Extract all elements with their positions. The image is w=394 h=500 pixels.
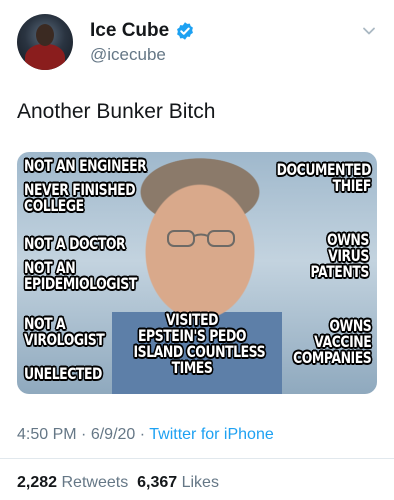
image-glasses	[167, 230, 235, 247]
meta-separator: ·	[81, 426, 87, 443]
tweet-meta: 4:50 PM · 6/9/20 · Twitter for iPhone	[17, 426, 274, 444]
caption-not-virologist: NOT A VIROLOGIST	[24, 314, 105, 349]
tweet-source-link[interactable]: Twitter for iPhone	[149, 426, 274, 443]
retweets-stat[interactable]: 2,282 Retweets	[17, 474, 128, 491]
likes-count: 6,367	[137, 474, 178, 491]
caption-not-engineer: NOT AN ENGINEER	[24, 156, 147, 175]
likes-label: Likes	[181, 474, 219, 491]
caption-not-doctor: NOT A DOCTOR	[24, 234, 126, 253]
caption-visited-island: VISITED EPSTEIN'S PEDO ISLAND COUNTLESS …	[133, 310, 266, 377]
retweets-label: Retweets	[61, 474, 129, 491]
avatar-figure-body	[25, 44, 65, 70]
tweet-image[interactable]: NOT AN ENGINEER NEVER FINISHED COLLEGE N…	[17, 152, 377, 394]
avatar[interactable]	[17, 14, 73, 70]
author-display-name[interactable]: Ice Cube	[90, 20, 169, 42]
stats-divider	[0, 458, 394, 459]
caption-unelected: UNELECTED	[24, 364, 102, 383]
likes-stat[interactable]: 6,367 Likes	[137, 474, 219, 491]
chevron-down-icon[interactable]	[362, 24, 376, 38]
tweet-stats: 2,282 Retweets 6,367 Likes	[17, 474, 219, 492]
caption-owns-vaccine-companies: OWNS VACCINE COMPANIES	[292, 316, 372, 367]
caption-not-epidemiologist: NOT AN EPIDEMIOLOGIST	[24, 258, 137, 293]
verified-badge-icon	[177, 22, 194, 40]
author-handle[interactable]: @icecube	[90, 45, 166, 65]
tweet-text: Another Bunker Bitch	[17, 100, 216, 123]
caption-owns-virus-patents: OWNS VIRUS PATENTS	[310, 230, 370, 281]
meta-separator-2: ·	[139, 426, 146, 443]
caption-documented-thief: DOCUMENTED THIEF	[276, 160, 372, 195]
avatar-figure-head	[36, 24, 54, 46]
retweets-count: 2,282	[17, 474, 58, 491]
caption-never-finished: NEVER FINISHED COLLEGE	[24, 180, 136, 215]
author-name-row: Ice Cube	[90, 20, 195, 42]
tweet-date[interactable]: 6/9/20	[91, 426, 135, 443]
tweet-time[interactable]: 4:50 PM	[17, 426, 77, 443]
